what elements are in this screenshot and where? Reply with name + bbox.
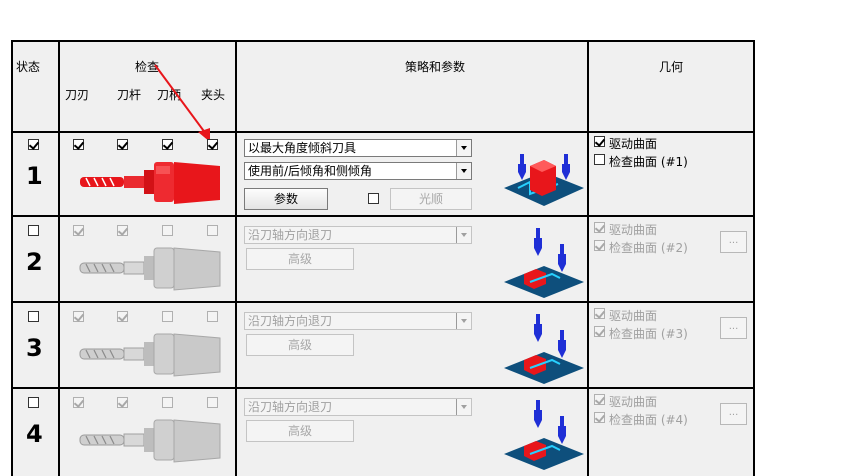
row1-tool-axis-select[interactable]: 以最大角度倾斜刀具	[244, 139, 472, 157]
row3-retract-select[interactable]: 沿刀轴方向退刀	[244, 312, 472, 330]
row2-check-surface-checkbox[interactable]	[594, 240, 605, 251]
row-divider	[13, 215, 753, 217]
chevron-down-icon[interactable]	[456, 313, 471, 329]
row3-shank-checkbox[interactable]	[117, 311, 128, 322]
row3-more-button[interactable]: ...	[720, 317, 747, 339]
row3-check-surface-label: 检查曲面 (#3)	[609, 327, 688, 341]
header-strategy: 策略和参数	[405, 60, 466, 74]
row4-chuck-checkbox[interactable]	[207, 397, 218, 408]
row2-number: 2	[26, 248, 43, 276]
row4-check-surface-checkbox[interactable]	[594, 412, 605, 423]
row1-tool-axis-value: 以最大角度倾斜刀具	[248, 141, 357, 155]
row1-tilt-select[interactable]: 使用前/后倾角和侧倾角	[244, 162, 472, 180]
row2-retract-value: 沿刀轴方向退刀	[248, 228, 333, 242]
header-shank: 刀杆	[117, 88, 142, 102]
row3-flute-checkbox[interactable]	[73, 311, 84, 322]
row2-holder-checkbox[interactable]	[162, 225, 173, 236]
chevron-down-icon[interactable]	[456, 227, 471, 243]
row2-more-button[interactable]: ...	[720, 231, 747, 253]
row2-chuck-checkbox[interactable]	[207, 225, 218, 236]
row3-status-checkbox[interactable]	[28, 311, 39, 322]
row3-advanced-button[interactable]: 高级	[246, 334, 354, 356]
row1-shank-checkbox[interactable]	[117, 139, 128, 150]
row3-drive-surface-label: 驱动曲面	[609, 309, 658, 323]
row2-status-checkbox[interactable]	[28, 225, 39, 236]
row2-drive-surface-label: 驱动曲面	[609, 223, 658, 237]
row3-holder-checkbox[interactable]	[162, 311, 173, 322]
row1-strategy-preview-icon	[504, 154, 584, 206]
row3-chuck-checkbox[interactable]	[207, 311, 218, 322]
row-divider	[13, 387, 753, 389]
row1-flute-checkbox[interactable]	[73, 139, 84, 150]
row1-status-checkbox[interactable]	[28, 139, 39, 150]
row1-parameters-button[interactable]: 参数	[244, 188, 328, 210]
row3-tool-icon	[79, 333, 221, 377]
row1-holder-checkbox[interactable]	[162, 139, 173, 150]
row1-check-surface-checkbox[interactable]	[594, 154, 605, 165]
row1-number: 1	[26, 162, 43, 190]
row4-drive-surface-checkbox[interactable]	[594, 394, 605, 405]
row2-strategy-preview-icon	[504, 228, 584, 298]
row3-number: 3	[26, 334, 43, 362]
row4-retract-select[interactable]: 沿刀轴方向退刀	[244, 398, 472, 416]
row4-retract-value: 沿刀轴方向退刀	[248, 400, 333, 414]
row-divider	[13, 131, 753, 133]
row4-more-button[interactable]: ...	[720, 403, 747, 425]
row2-check-surface-label: 检查曲面 (#2)	[609, 241, 688, 255]
row4-shank-checkbox[interactable]	[117, 397, 128, 408]
row3-strategy-preview-icon	[504, 314, 584, 384]
row2-drive-surface-checkbox[interactable]	[594, 222, 605, 233]
row1-tilt-value: 使用前/后倾角和侧倾角	[248, 164, 373, 178]
chevron-down-icon[interactable]	[456, 163, 471, 179]
header-status: 状态	[16, 60, 41, 74]
row1-chuck-checkbox[interactable]	[207, 139, 218, 150]
row2-advanced-button[interactable]: 高级	[246, 248, 354, 270]
row4-status-checkbox[interactable]	[28, 397, 39, 408]
chevron-down-icon[interactable]	[456, 140, 471, 156]
row4-drive-surface-label: 驱动曲面	[609, 395, 658, 409]
annotation-arrow	[154, 64, 210, 142]
row4-number: 4	[26, 420, 43, 448]
header-flute: 刀刃	[65, 88, 90, 102]
row2-shank-checkbox[interactable]	[117, 225, 128, 236]
row3-check-surface-checkbox[interactable]	[594, 326, 605, 337]
row1-tool-icon	[80, 162, 220, 204]
row2-flute-checkbox[interactable]	[73, 225, 84, 236]
chevron-down-icon[interactable]	[456, 399, 471, 415]
row4-advanced-button[interactable]: 高级	[246, 420, 354, 442]
row1-drive-surface-label: 驱动曲面	[609, 137, 658, 151]
row1-smooth-checkbox[interactable]	[368, 193, 379, 204]
row-divider	[13, 301, 753, 303]
row3-drive-surface-checkbox[interactable]	[594, 308, 605, 319]
row4-flute-checkbox[interactable]	[73, 397, 84, 408]
row4-strategy-preview-icon	[504, 400, 584, 470]
row4-tool-icon	[79, 419, 221, 463]
row1-check-surface-label: 检查曲面 (#1)	[609, 155, 688, 169]
row1-smooth-button[interactable]: 光顺	[390, 188, 472, 210]
header-geometry: 几何	[659, 60, 684, 74]
row4-check-surface-label: 检查曲面 (#4)	[609, 413, 688, 427]
row2-tool-icon	[79, 247, 221, 291]
row2-retract-select[interactable]: 沿刀轴方向退刀	[244, 226, 472, 244]
row1-drive-surface-checkbox[interactable]	[594, 136, 605, 147]
col-divider	[58, 42, 60, 476]
row4-holder-checkbox[interactable]	[162, 397, 173, 408]
row3-retract-value: 沿刀轴方向退刀	[248, 314, 333, 328]
col-divider	[235, 42, 237, 476]
